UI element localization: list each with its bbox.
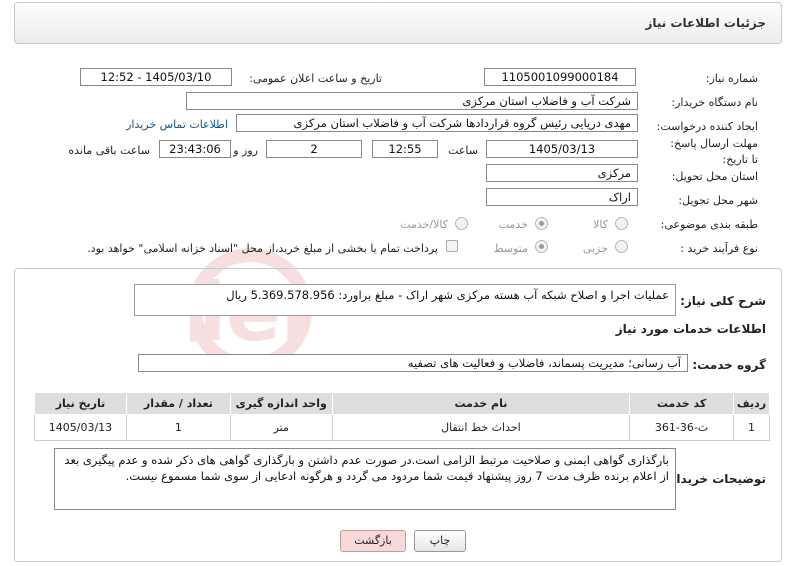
col-header-quantity: تعداد / مقدار [125,392,231,415]
table-header-row: ردیف کد خدمت نام خدمت واحد اندازه گیری ت… [34,392,770,415]
col-header-service-code: کد خدمت [629,392,735,415]
service-group-field: آب رسانی؛ مدیریت پسماند، فاضلاب و فعالیت… [138,354,688,372]
services-table-wrap: ردیف کد خدمت نام خدمت واحد اندازه گیری ت… [34,392,770,441]
days-field: 2 [266,140,362,158]
col-header-need-date: تاریخ نیاز [34,392,127,415]
buyer-org-field: شرکت آب و فاضلاب استان مرکزی [186,92,638,110]
province-field: مرکزی [486,164,638,182]
cell-row-num: 1 [733,414,770,441]
deadline-time-field: 12:55 [372,140,438,158]
cell-need-date: 1405/03/13 [34,414,127,441]
buyer-notes-field: بارگذاری گواهی ایمنی و صلاحیت مرتبط الزا… [54,448,676,510]
cell-service-code: ث-36-361 [629,414,735,441]
cell-unit: متر [229,414,333,441]
treasury-checkbox[interactable] [446,240,458,252]
category-radio-service[interactable] [535,217,548,230]
col-header-row-num: ردیف [733,392,770,415]
process-option-medium: متوسط [493,242,528,255]
city-label: شهر محل تحویل: [678,194,758,207]
category-label: طبقه بندی موضوعی: [660,218,758,231]
category-radio-goods[interactable] [615,217,628,230]
category-option-goods-service: کالا/خدمت [400,218,448,231]
deadline-label: مهلت ارسال پاسخ: تا تاریخ: [670,137,758,166]
announce-datetime-label: تاریخ و ساعت اعلان عمومی: [249,72,382,85]
col-header-unit: واحد اندازه گیری [229,392,333,415]
need-number-label: شماره نیاز: [705,72,758,85]
category-option-service: خدمت [498,218,528,231]
service-group-label: گروه خدمت: [692,358,766,372]
need-number-field: 1105001099000184 [484,68,636,86]
services-table: ردیف کد خدمت نام خدمت واحد اندازه گیری ت… [34,392,770,441]
announce-datetime-field: 1405/03/10 - 12:52 [80,68,232,86]
requester-field: مهدی دریایی رئیس گروه قراردادها شرکت آب … [236,114,638,132]
remaining-time-field: 23:43:06 [159,140,231,158]
province-label: استان محل تحویل: [671,170,758,183]
general-desc-field: عملیات اجرا و اصلاح شبکه آب هسته مرکزی ش… [134,284,676,316]
cell-service-name: احداث خط انتقال [331,414,631,441]
page-title: جزئیات اطلاعات نیاز [645,16,766,30]
remaining-time-label: ساعت باقی مانده [68,144,150,157]
services-section-title: اطلاعات خدمات مورد نیاز [615,322,766,336]
process-radio-minor[interactable] [615,240,628,253]
cell-quantity: 1 [125,414,231,441]
buyer-contact-link[interactable]: اطلاعات تماس خریدار [126,118,228,131]
category-option-goods: کالا [593,218,608,231]
print-button[interactable]: چاپ [414,530,466,552]
days-label: روز و [233,144,258,157]
col-header-service-name: نام خدمت [331,392,631,415]
category-radio-goods-service[interactable] [455,217,468,230]
process-label: نوع فرآیند خرید : [680,242,758,255]
back-button[interactable]: بازگشت [340,530,406,552]
deadline-date-field: 1405/03/13 [486,140,638,158]
process-option-minor: جزیی [582,242,608,255]
general-desc-label: شرح کلی نیاز: [680,294,766,308]
buyer-notes-label: توضیحات خریدار: [664,472,766,486]
treasury-note: پرداخت تمام یا بخشی از مبلغ خرید،از محل … [87,242,438,255]
buyer-org-label: نام دستگاه خریدار: [671,96,758,109]
city-field: اراک [486,188,638,206]
table-row: 1 ث-36-361 احداث خط انتقال متر 1 1405/03… [34,414,770,441]
requester-label: ایجاد کننده درخواست: [656,120,758,133]
process-radio-medium[interactable] [535,240,548,253]
deadline-time-label: ساعت [448,144,478,157]
